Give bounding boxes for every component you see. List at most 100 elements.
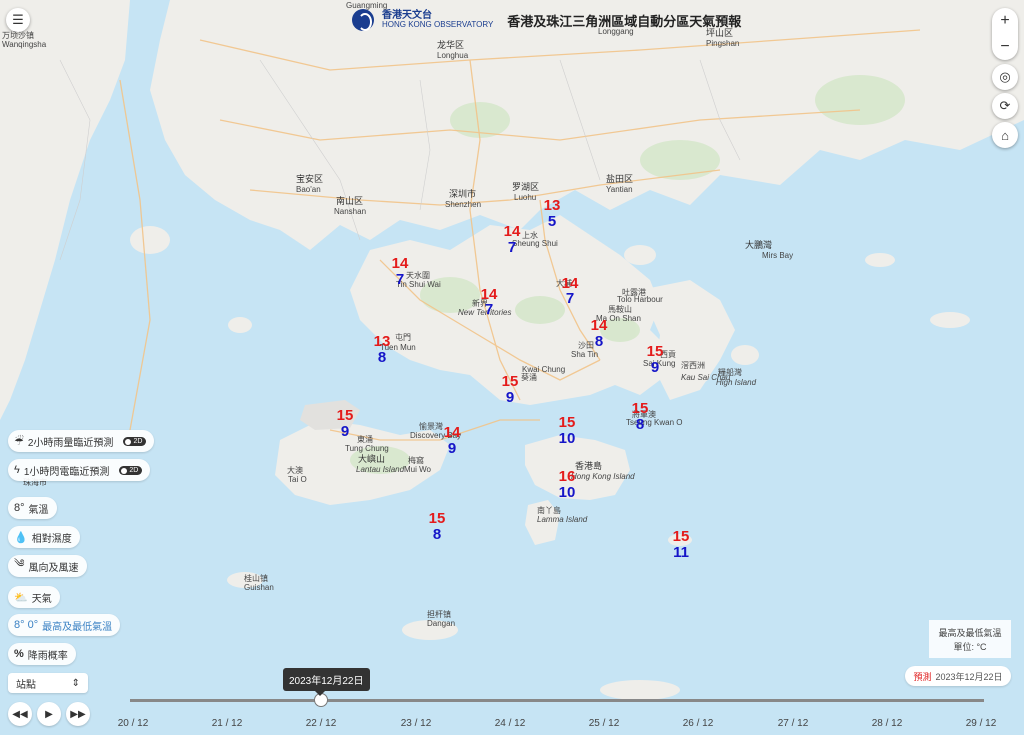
svg-text:桂山镇: 桂山镇 xyxy=(244,573,268,583)
svg-text:9: 9 xyxy=(506,389,514,406)
svg-text:葵涌: 葵涌 xyxy=(521,372,537,382)
svg-text:Sheung Shui: Sheung Shui xyxy=(512,239,558,248)
svg-text:10: 10 xyxy=(559,430,576,447)
svg-text:香港島: 香港島 xyxy=(575,460,602,471)
svg-text:10: 10 xyxy=(559,484,576,501)
layer-wind[interactable]: ༄ 風向及風速 xyxy=(8,555,87,577)
svg-text:Tai O: Tai O xyxy=(288,475,307,484)
svg-text:愉景灣: 愉景灣 xyxy=(419,421,443,431)
station-select[interactable]: 站點 ⇕ xyxy=(8,673,88,693)
svg-text:Luohu: Luohu xyxy=(514,193,536,202)
svg-text:Sai Kung: Sai Kung xyxy=(643,359,675,368)
crosshair-icon: ◎ xyxy=(999,69,1011,84)
map-title: 香港天文台 HONG KONG OBSERVATORY 香港及珠江三角洲區域自動… xyxy=(352,8,741,32)
date-label[interactable]: 20 / 12 xyxy=(118,718,149,729)
rewind-button[interactable]: ◀◀ xyxy=(8,702,32,726)
svg-text:Lantau Island: Lantau Island xyxy=(356,465,405,474)
page-title: 香港及珠江三角洲區域自動分區天氣預報 xyxy=(507,13,742,29)
date-label[interactable]: 29 / 12 xyxy=(966,718,997,729)
svg-text:Pingshan: Pingshan xyxy=(706,39,739,48)
legend-unit: 單位: °C xyxy=(953,642,987,652)
locate-button[interactable]: ◎ xyxy=(992,64,1018,90)
svg-text:9: 9 xyxy=(651,359,659,376)
svg-text:Guishan: Guishan xyxy=(244,583,274,592)
timeline-tooltip: 2023年12月22日 xyxy=(283,668,370,696)
svg-text:沙田: 沙田 xyxy=(578,341,594,350)
svg-text:14: 14 xyxy=(444,424,461,441)
svg-text:滘西洲: 滘西洲 xyxy=(681,361,705,370)
svg-text:Nanshan: Nanshan xyxy=(334,207,366,216)
svg-text:7: 7 xyxy=(485,301,493,318)
temp-marker[interactable]: 1511 xyxy=(673,528,690,561)
date-label[interactable]: 28 / 12 xyxy=(872,718,903,729)
chevron-updown-icon: ⇕ xyxy=(71,677,80,689)
svg-text:宝安区: 宝安区 xyxy=(296,173,323,184)
svg-text:8: 8 xyxy=(433,526,441,543)
svg-text:Tseung Kwan O: Tseung Kwan O xyxy=(626,418,682,427)
forecast-label: 預測 xyxy=(913,671,932,682)
timeline-track[interactable] xyxy=(130,699,984,702)
svg-text:Bao'an: Bao'an xyxy=(296,185,321,194)
svg-text:13: 13 xyxy=(374,333,391,350)
svg-text:Sha Tin: Sha Tin xyxy=(571,350,598,359)
toggle-2d[interactable]: 2D xyxy=(123,436,147,446)
svg-text:11: 11 xyxy=(673,544,689,561)
svg-text:15: 15 xyxy=(337,407,354,424)
forward-button[interactable]: ▶▶ xyxy=(66,702,90,726)
home-icon: ⌂ xyxy=(1001,127,1009,143)
map-canvas[interactable]: 龙华区 Longhua 宝安区 Bao'an 南山区 Nanshan 深圳市 S… xyxy=(0,0,1024,735)
temp-marker[interactable]: 1510 xyxy=(559,414,576,447)
legend-box: 最高及最低氣溫 單位: °C xyxy=(929,620,1011,658)
svg-text:5: 5 xyxy=(548,213,556,230)
date-label[interactable]: 26 / 12 xyxy=(683,718,714,729)
rewind-icon: ◀◀ xyxy=(12,708,28,720)
date-label[interactable]: 25 / 12 xyxy=(589,718,620,729)
wind-icon: ༄ xyxy=(14,557,25,570)
layer-rain-nowcast[interactable]: ☔ 2小時雨量臨近預測 2D xyxy=(8,430,155,452)
svg-text:東涌: 東涌 xyxy=(357,434,373,444)
date-label[interactable]: 23 / 12 xyxy=(401,718,432,729)
refresh-icon: ⟳ xyxy=(999,98,1011,113)
svg-text:Longhua: Longhua xyxy=(437,51,469,60)
home-button[interactable]: ⌂ xyxy=(992,122,1018,148)
svg-text:15: 15 xyxy=(673,528,690,545)
zoom-in-button[interactable]: + xyxy=(1000,8,1009,34)
layer-lightning-nowcast[interactable]: ϟ 1小時閃電臨近預測 2D xyxy=(8,459,151,481)
weather-icon: ⛅ xyxy=(14,591,28,604)
play-button[interactable]: ▶ xyxy=(37,702,61,726)
svg-text:8: 8 xyxy=(636,416,644,433)
svg-text:Dangan: Dangan xyxy=(427,619,455,628)
toggle-2d[interactable]: 2D xyxy=(119,465,143,475)
menu-button[interactable]: ☰ xyxy=(6,8,30,32)
date-label[interactable]: 21 / 12 xyxy=(212,718,243,729)
layer-weather[interactable]: ⛅ 天氣 xyxy=(8,586,60,608)
layer-rain-probability[interactable]: % 降雨概率 xyxy=(8,643,76,665)
svg-text:8: 8 xyxy=(378,349,386,366)
svg-text:担杆镇: 担杆镇 xyxy=(427,609,451,619)
svg-text:南山区: 南山区 xyxy=(336,195,363,206)
temp-marker[interactable]: 1610 xyxy=(559,468,576,501)
svg-text:14: 14 xyxy=(504,223,521,240)
date-label[interactable]: 27 / 12 xyxy=(778,718,809,729)
svg-text:Hong Kong Island: Hong Kong Island xyxy=(571,472,635,481)
legend-title: 最高及最低氣溫 xyxy=(938,628,1002,638)
svg-text:大澳: 大澳 xyxy=(287,465,303,475)
layer-humidity[interactable]: 💧 相對濕度 xyxy=(8,526,80,548)
date-label[interactable]: 22 / 12 xyxy=(306,718,337,729)
svg-text:大鵬灣: 大鵬灣 xyxy=(745,239,772,250)
svg-text:糧船灣: 糧船灣 xyxy=(718,367,742,377)
svg-text:15: 15 xyxy=(632,400,649,417)
svg-text:深圳市: 深圳市 xyxy=(449,188,476,199)
svg-text:15: 15 xyxy=(559,414,576,431)
layer-max-min-temp[interactable]: 8° 0° 最高及最低氣溫 xyxy=(8,614,121,636)
forward-icon: ▶▶ xyxy=(70,708,86,720)
svg-text:Mui Wo: Mui Wo xyxy=(404,465,432,474)
zoom-out-button[interactable]: − xyxy=(1000,34,1009,60)
svg-text:Mirs Bay: Mirs Bay xyxy=(762,251,793,260)
menu-icon: ☰ xyxy=(12,12,24,27)
svg-text:16: 16 xyxy=(559,468,576,485)
lightning-icon: ϟ xyxy=(14,464,20,476)
date-label[interactable]: 24 / 12 xyxy=(495,718,526,729)
refresh-button[interactable]: ⟳ xyxy=(992,93,1018,119)
layer-temperature[interactable]: 8° 氣溫 xyxy=(8,497,57,519)
